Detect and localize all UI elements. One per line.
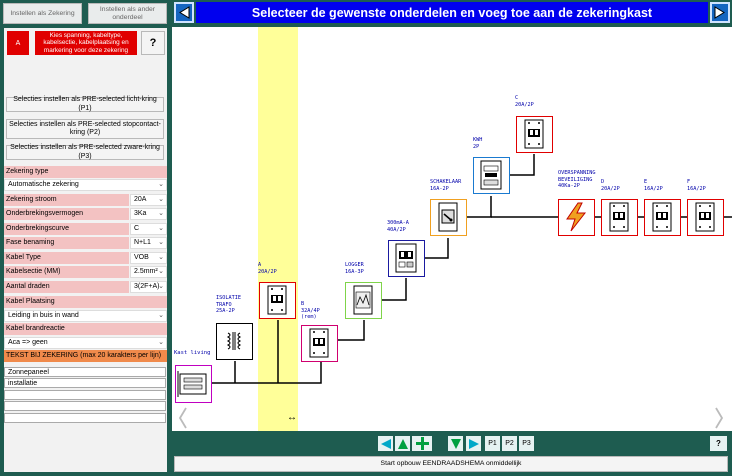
- move-up-button[interactable]: [395, 436, 410, 451]
- preset-p2-toolbar-button[interactable]: P2: [502, 436, 517, 451]
- breaker-c-component[interactable]: [516, 116, 553, 153]
- help-button-bottom[interactable]: ?: [710, 436, 727, 451]
- chevron-left-icon: [178, 407, 187, 429]
- start-schema-button[interactable]: Start opbouw EENDRAADSHEMA onmiddellijk: [174, 456, 728, 472]
- kast-living-component[interactable]: [175, 365, 212, 403]
- move-down-button[interactable]: [448, 436, 463, 451]
- breaker-icon: [524, 119, 544, 149]
- transformer-icon: [226, 332, 242, 350]
- arrow-right-icon: [468, 438, 479, 449]
- move-left-button[interactable]: [378, 436, 393, 451]
- label-d: D 20A/2P: [601, 179, 620, 192]
- label-e: E 16A/2P: [644, 179, 663, 192]
- lightning-icon: [566, 202, 587, 232]
- wiring-lines: [193, 154, 732, 384]
- distribution-board-icon: [177, 371, 207, 397]
- breaker-a-component[interactable]: [259, 282, 296, 319]
- label-kwh: KWH 2P: [473, 137, 483, 150]
- arrow-left-icon: [380, 438, 391, 449]
- arrow-up-icon: [397, 438, 408, 449]
- breaker-f-component[interactable]: [687, 199, 724, 236]
- breaker-icon: [695, 202, 715, 232]
- chevron-right-icon: [715, 407, 724, 429]
- label-f: F 16A/2P: [687, 179, 706, 192]
- breaker-icon: [267, 285, 287, 315]
- switch-icon: [438, 202, 458, 232]
- breaker-icon: [309, 328, 329, 358]
- scroll-left-arrow[interactable]: [176, 406, 190, 430]
- logger-icon: [353, 285, 373, 315]
- add-button[interactable]: [412, 436, 432, 451]
- plus-icon: [415, 437, 429, 450]
- differential-icon: [395, 243, 417, 273]
- logger-component[interactable]: [345, 282, 382, 319]
- label-kast-living: Kast living: [174, 350, 211, 356]
- breaker-e-component[interactable]: [644, 199, 681, 236]
- breaker-d-component[interactable]: [601, 199, 638, 236]
- label-a: A 20A/2P: [258, 262, 277, 275]
- breaker-icon: [652, 202, 672, 232]
- label-c: C 20A/2P: [515, 95, 534, 108]
- breaker-b-component[interactable]: [301, 325, 338, 362]
- overspanning-component[interactable]: [558, 199, 595, 236]
- isolatie-trafo-component[interactable]: [216, 323, 253, 360]
- schakelaar-component[interactable]: [430, 199, 467, 236]
- label-b: B 32A/4P (rem): [301, 301, 320, 320]
- preset-p3-toolbar-button[interactable]: P3: [519, 436, 534, 451]
- kwh-meter-component[interactable]: [473, 157, 510, 194]
- label-logger: LOGGER 16A-3P: [345, 262, 364, 275]
- scroll-right-arrow[interactable]: [712, 406, 726, 430]
- move-right-button[interactable]: [466, 436, 481, 451]
- label-overspanning: OVERSPANNING BEVEILIGING 40Ka-2P: [558, 170, 596, 189]
- breaker-icon: [609, 202, 629, 232]
- label-schakelaar: SCHAKELAAR 16A-2P: [430, 179, 462, 192]
- arrow-down-icon: [450, 438, 461, 449]
- differential-component[interactable]: [388, 240, 425, 277]
- kwh-meter-icon: [480, 160, 502, 190]
- label-isolatie-trafo: ISOLATIE TRAFO 25A-2P: [216, 295, 241, 314]
- label-diff: 300mA-A 40A/2P: [387, 220, 409, 233]
- preset-p1-toolbar-button[interactable]: P1: [485, 436, 500, 451]
